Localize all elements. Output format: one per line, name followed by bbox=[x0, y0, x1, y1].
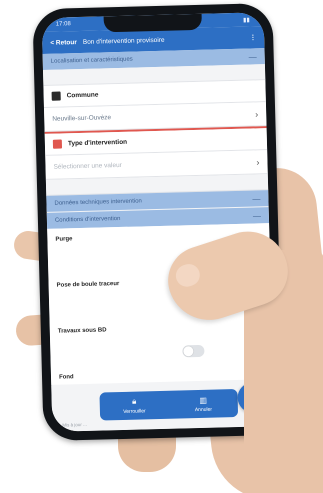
more-icon[interactable]: ⋮ bbox=[250, 33, 257, 41]
collapse-icon: — bbox=[252, 193, 261, 204]
collapse-icon: — bbox=[248, 51, 257, 62]
type-intervention-label: Type d'intervention bbox=[67, 138, 128, 148]
action-button-group: 🔒︎ Verrouiller ▥ Annuler bbox=[99, 388, 239, 421]
status-icons: ▮▮ bbox=[243, 17, 250, 24]
commune-label: Commune bbox=[66, 91, 99, 100]
commune-value: Neuville-sur-Ouvèze bbox=[52, 114, 112, 123]
lock-button-label: Verrouiller bbox=[123, 408, 146, 415]
footer-note: Mis à jour ... bbox=[62, 421, 87, 428]
lock-button[interactable]: 🔒︎ Verrouiller bbox=[99, 391, 169, 421]
cancel-button[interactable]: ▥ Annuler bbox=[168, 389, 238, 419]
status-time: 17:08 bbox=[55, 21, 71, 28]
section-intervention-data-label: Données techniques intervention bbox=[54, 198, 142, 207]
chevron-right-icon: › bbox=[256, 156, 260, 167]
section-conditions-label: Conditions d'intervention bbox=[54, 215, 121, 224]
collapse-icon: — bbox=[252, 210, 261, 221]
bottom-action-bar: 🔒︎ Verrouiller ▥ Annuler ➤ Mis à jour ..… bbox=[51, 380, 275, 432]
cancel-icon: ▥ bbox=[199, 395, 208, 405]
thumb-nail bbox=[173, 261, 203, 290]
cancel-button-label: Annuler bbox=[194, 406, 213, 413]
page-title: Bon d'intervention provisoire bbox=[82, 36, 165, 46]
photo-scene: 17:08 ▮▮ < Retour Bon d'intervention pro… bbox=[0, 0, 323, 493]
lock-icon: 🔒︎ bbox=[131, 396, 137, 406]
phone-notch bbox=[103, 13, 202, 33]
field-travaux bbox=[58, 333, 265, 370]
type-intervention-placeholder: Sélectionner une valeur bbox=[53, 161, 122, 171]
back-button[interactable]: < Retour bbox=[50, 39, 77, 47]
type-intervention-icon bbox=[52, 139, 63, 149]
commune-icon bbox=[51, 91, 61, 101]
travaux-toggle[interactable] bbox=[182, 344, 205, 358]
section-location-label: Localisation et caractéristiques bbox=[50, 56, 133, 65]
chevron-right-icon: › bbox=[255, 108, 259, 119]
phone-screen: 17:08 ▮▮ < Retour Bon d'intervention pro… bbox=[41, 12, 275, 432]
